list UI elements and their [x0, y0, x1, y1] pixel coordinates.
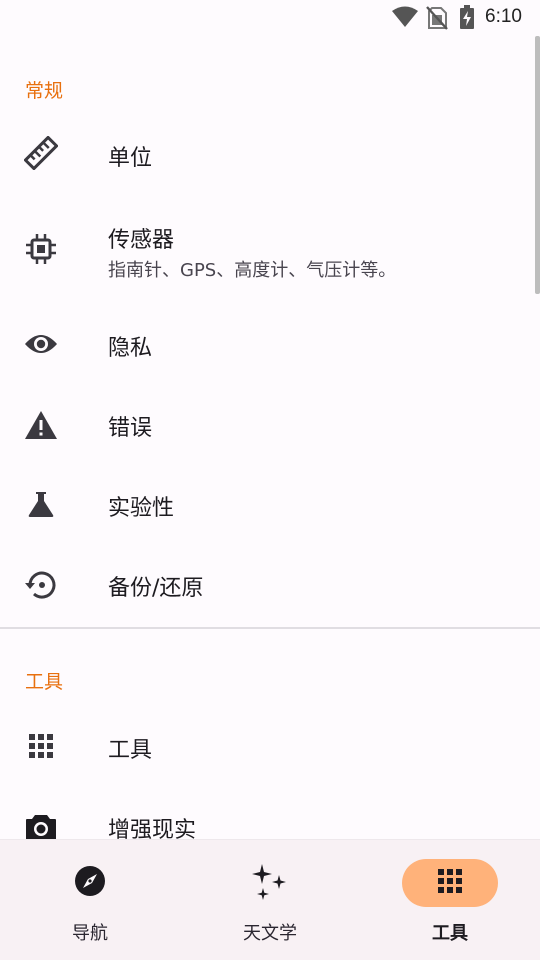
- pref-item-units[interactable]: 单位: [0, 124, 530, 188]
- pref-item-errors[interactable]: 错误: [0, 392, 530, 456]
- status-bar: 6:10: [0, 0, 540, 36]
- warning-icon: [24, 408, 58, 442]
- camera-icon: [24, 810, 58, 839]
- compass-icon: [74, 865, 106, 901]
- nav-icon-container: [222, 859, 318, 907]
- nav-label: 工具: [432, 923, 468, 944]
- nav-label: 导航: [72, 923, 108, 944]
- nav-icon-container-active: [402, 859, 498, 907]
- no-sim-icon: [426, 6, 448, 34]
- chip-icon: [24, 232, 58, 266]
- section-header-tools: 工具: [25, 671, 64, 693]
- nav-label: 天文学: [243, 923, 297, 944]
- nav-icon-container: [42, 859, 138, 907]
- eye-icon: [24, 327, 58, 361]
- pref-item-privacy[interactable]: 隐私: [0, 312, 530, 376]
- pref-title: 错误: [108, 416, 153, 441]
- section-header-general: 常规: [25, 80, 64, 102]
- wifi-icon: [392, 6, 418, 32]
- pref-title: 实验性: [108, 496, 175, 521]
- bottom-navigation: 导航 天文学 工具: [0, 839, 540, 960]
- nav-item-navigation[interactable]: 导航: [0, 840, 180, 960]
- pref-item-backup-restore[interactable]: 备份/还原: [0, 552, 530, 616]
- ruler-icon: [24, 136, 58, 170]
- sparkle-icon: [252, 862, 288, 904]
- settings-screen: 6:10 常规 单位 传感器 指南针、GPS、高度计、气压计等。 隐私 错误 实…: [0, 0, 540, 960]
- pref-item-tools[interactable]: 工具: [0, 714, 530, 778]
- status-clock: 6:10: [485, 6, 522, 27]
- pref-title: 备份/还原: [108, 576, 204, 601]
- pref-title: 工具: [108, 738, 153, 763]
- pref-title: 传感器: [108, 228, 175, 253]
- flask-icon: [24, 487, 58, 521]
- grid-icon: [24, 729, 58, 763]
- grid-icon: [438, 869, 462, 897]
- pref-item-augmented-reality[interactable]: 增强现实: [0, 794, 530, 839]
- pref-title: 增强现实: [108, 818, 197, 839]
- scrollbar-thumb[interactable]: [535, 36, 540, 294]
- nav-item-astronomy[interactable]: 天文学: [180, 840, 360, 960]
- settings-list[interactable]: 常规 单位 传感器 指南针、GPS、高度计、气压计等。 隐私 错误 实验性 备份…: [0, 36, 540, 839]
- pref-summary: 指南针、GPS、高度计、气压计等。: [108, 260, 397, 281]
- pref-title: 隐私: [108, 336, 153, 361]
- pref-item-sensors[interactable]: 传感器 指南针、GPS、高度计、气压计等。: [0, 204, 530, 294]
- pref-item-experimental[interactable]: 实验性: [0, 472, 530, 536]
- restore-icon: [24, 568, 58, 602]
- section-divider: [0, 627, 540, 629]
- battery-charging-icon: [459, 5, 475, 34]
- pref-title: 单位: [108, 146, 153, 171]
- nav-item-tools[interactable]: 工具: [360, 840, 540, 960]
